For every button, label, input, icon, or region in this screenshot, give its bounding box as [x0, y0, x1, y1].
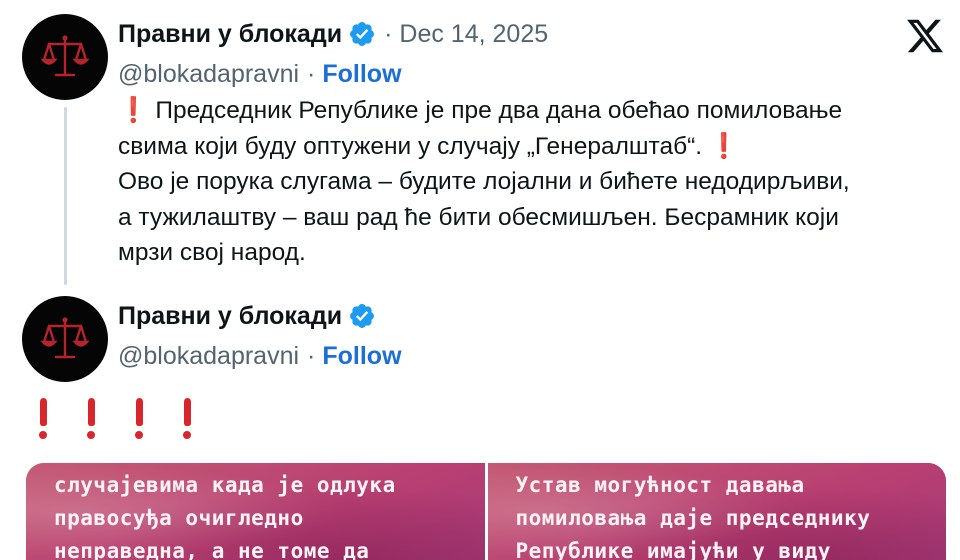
avatar[interactable]: [22, 296, 108, 382]
red-exclamation-icon: [80, 398, 102, 439]
scales-of-justice-icon: [40, 317, 90, 359]
handle-separator: ·: [307, 59, 316, 88]
image-caption: случајевима када је одлука правосуђа очи…: [54, 469, 396, 560]
tweet-line-text: Председник Републике је пре два дана обе…: [155, 97, 843, 124]
author-name[interactable]: Правни у блокади: [118, 302, 342, 331]
caption-line: Републике имајући у виду: [515, 539, 831, 560]
image-caption: Устав могућност давања помиловања даје п…: [516, 469, 871, 560]
verified-badge-icon: [350, 22, 375, 46]
author-handle[interactable]: @blokadapravni: [118, 342, 299, 371]
tweet-line: а тужилаштву – ваш рад ће бити обесмишље…: [118, 203, 839, 231]
follow-button[interactable]: Follow: [322, 60, 401, 89]
media-grid: случајевима када је одлука правосуђа очи…: [26, 463, 946, 560]
handle-separator: ·: [307, 341, 316, 370]
avatar[interactable]: [22, 14, 108, 100]
caption-line: Устав могућност давања: [515, 473, 805, 497]
red-exclamation-icon: [32, 398, 54, 439]
post-date[interactable]: Dec 14, 2025: [399, 20, 548, 49]
x-logo-icon[interactable]: [904, 16, 946, 56]
verified-badge-icon: [350, 304, 375, 328]
red-exclamation-icon: [176, 398, 198, 439]
red-exclamation-icon: [128, 398, 150, 439]
follow-button[interactable]: Follow: [322, 342, 401, 371]
tweet-line: мрзи свој народ.: [118, 239, 306, 266]
thread-connector: [64, 107, 67, 285]
tweet-line-text: свима који буду оптужени у случају „Гене…: [118, 132, 703, 160]
tweet-body: ❗ Председник Републике је пре два дана о…: [118, 93, 948, 271]
media-image-left[interactable]: случајевима када је одлука правосуђа очи…: [26, 463, 485, 560]
caption-line: помиловања даје председнику: [515, 506, 871, 530]
media-image-right[interactable]: Устав могућност давања помиловања даје п…: [484, 463, 946, 560]
scales-of-justice-icon: [40, 35, 90, 77]
author-handle[interactable]: @blokadapravni: [118, 60, 299, 89]
red-exclamation-icon: ❗: [708, 132, 740, 160]
caption-line: случајевима када је одлука: [54, 473, 396, 497]
caption-line: правосуђа очигледно: [54, 506, 304, 530]
tweet-line: Ово је порука слугама – будите лојални и…: [118, 168, 850, 195]
tweet-header: Правни у блокади @blokadapravni · Follow: [118, 299, 402, 373]
tweet-header: Правни у блокади · Dec 14, 2025 @blokada…: [118, 17, 548, 91]
caption-line: неправедна, а не томе да: [54, 539, 370, 560]
exclamation-row: [32, 398, 198, 439]
tweet-line: ❗ Председник Републике је пре два дана о…: [118, 93, 948, 129]
date-separator: ·: [384, 19, 393, 48]
red-exclamation-icon: ❗: [118, 97, 149, 124]
author-name[interactable]: Правни у блокади: [118, 20, 342, 49]
tweet-line: свима који буду оптужени у случају „Гене…: [118, 129, 948, 165]
